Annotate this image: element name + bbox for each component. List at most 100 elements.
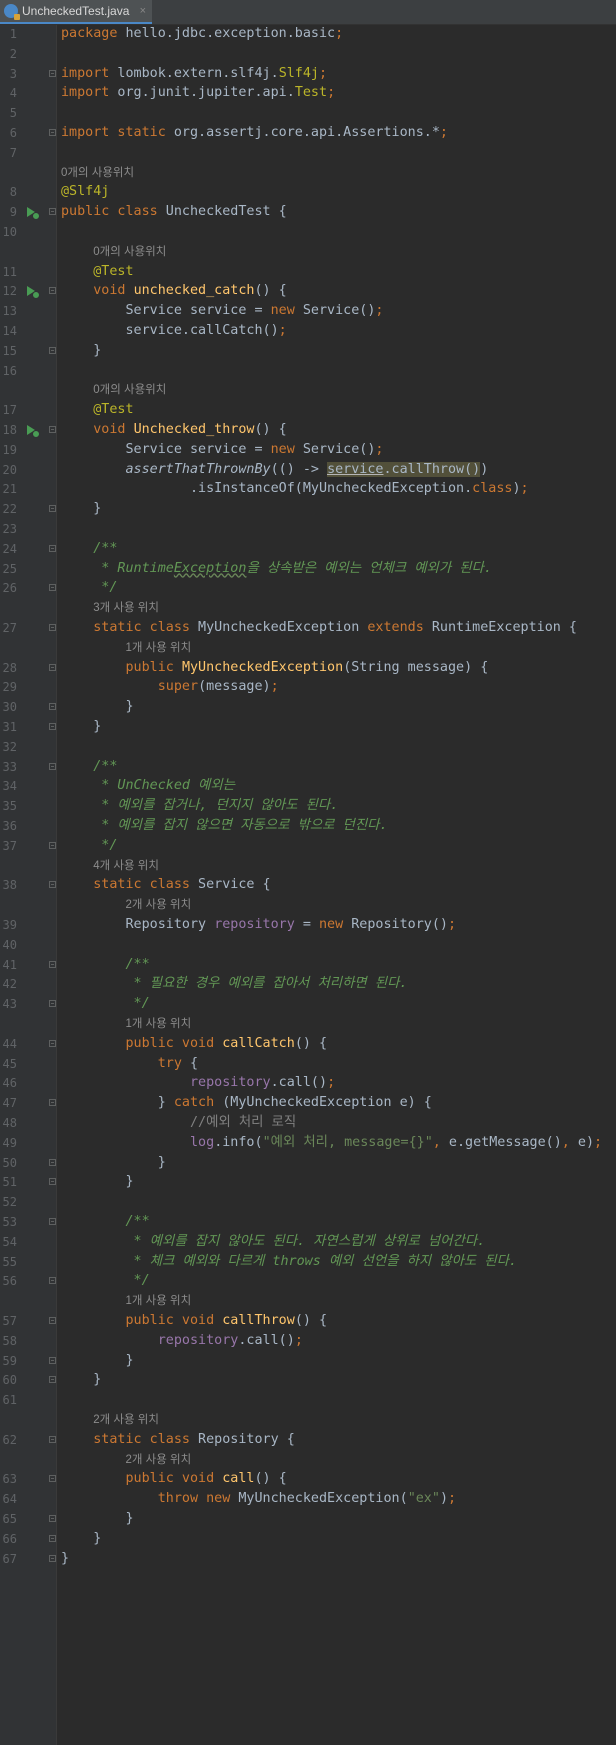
fold-marker-icon[interactable] [49,208,56,216]
fold-marker-icon[interactable] [49,287,56,295]
code-token: ; [448,917,457,932]
fold-marker-icon[interactable] [49,1000,56,1008]
usage-hint-text[interactable]: 0개의 사용위치 [61,162,134,184]
usage-hint-text[interactable]: 4개 사용 위치 [93,855,159,877]
fold-marker-icon[interactable] [49,1534,56,1542]
line-number: 66 [2,1531,17,1546]
line-number: 28 [2,660,17,675]
code-token: Repository() [343,917,448,932]
code-token: } [61,719,102,734]
code-line: 35 * 예외를 잡거나, 던지지 않아도 된다. [0,795,616,817]
code-token: "예외 처리, message={}" [262,1134,433,1150]
fold-marker-icon[interactable] [49,69,56,77]
code-line: 56 */ [0,1270,616,1292]
code-token: static class [93,620,190,635]
fold-marker-icon[interactable] [49,1099,56,1107]
fold-marker-icon[interactable] [49,1317,56,1324]
fold-marker-icon[interactable] [49,426,56,433]
fold-marker-icon[interactable] [49,505,56,513]
tab-unchecked-test[interactable]: UncheckedTest.java × [0,0,152,24]
code-line: 11 @Test [0,261,616,283]
fold-marker-icon[interactable] [49,1218,56,1225]
fold-marker-icon[interactable] [49,1356,56,1364]
usage-hint-text[interactable]: 2개 사용 위치 [125,894,191,916]
usage-hint-text[interactable]: 1개 사용 위치 [125,637,191,659]
fold-marker-icon[interactable] [49,624,56,631]
code-text: * 예외를 잡거나, 던지지 않아도 된다. [61,795,338,817]
code-token: public void [125,1313,215,1328]
line-number: 58 [2,1333,17,1348]
fold-marker-icon[interactable] [49,129,56,136]
run-test-icon[interactable] [24,284,40,300]
code-line: 37 */ [0,835,616,857]
code-text: throw new MyUncheckedException("ex"); [61,1488,456,1510]
usage-hint-text[interactable]: 1개 사용 위치 [125,1290,191,1312]
code-token: unchecked_catch [133,283,255,299]
line-number: 61 [2,1393,17,1408]
code-line: 17 @Test [0,399,616,421]
fold-marker-icon[interactable] [49,841,56,849]
fold-marker-icon[interactable] [49,1039,56,1047]
fold-marker-icon[interactable] [49,1475,56,1483]
usage-hint-text[interactable]: 2개 사용 위치 [125,1449,191,1471]
fold-marker-icon[interactable] [49,1158,56,1166]
code-token: ; [319,65,328,81]
usage-hint-text[interactable]: 3개 사용 위치 [93,597,159,619]
code-token: Service service = [61,303,271,319]
code-line: 8 @Slf4j [0,181,616,203]
code-text: */ [61,993,150,1015]
code-token: () { [294,1035,328,1051]
code-token: "ex" [407,1491,440,1507]
fold-marker-icon[interactable] [49,1178,56,1186]
line-number: 23 [2,522,17,536]
code-token: ; [375,441,384,457]
code-token: callCatch [222,1035,295,1051]
close-icon[interactable]: × [140,5,146,17]
fold-marker-icon[interactable] [49,703,56,711]
code-token: { [181,1055,199,1071]
code-token: /** [61,758,118,774]
fold-marker-icon[interactable] [49,960,56,968]
code-line: 14 service.callCatch(); [0,320,616,342]
code-token: extends [367,620,424,635]
usage-hint-text[interactable]: 0개의 사용위치 [93,379,166,401]
code-line: 66 } [0,1528,616,1550]
fold-marker-icon[interactable] [49,1277,56,1285]
code-text: * 필요한 경우 예외를 잡아서 처리하면 된다. [61,973,408,995]
fold-marker-icon[interactable] [49,584,56,592]
code-token: class [472,481,513,497]
code-token: hello.jdbc.exception.basic [117,26,336,41]
fold-marker-icon[interactable] [49,663,56,671]
code-token: } [61,1530,102,1546]
code-editor[interactable]: 1 package hello.jdbc.exception.basic; 2 3 im… [0,25,616,1745]
code-line: 50 } [0,1152,616,1174]
run-test-icon[interactable] [24,423,40,438]
usage-hint-text[interactable]: 0개의 사용위치 [93,241,166,263]
fold-marker-icon[interactable] [49,881,56,889]
fold-marker-icon[interactable] [49,1554,56,1562]
run-test-icon[interactable] [24,205,40,221]
code-line: 51 } [0,1171,616,1193]
usage-hint-text[interactable]: 1개 사용 위치 [125,1013,191,1035]
code-text: } [61,498,101,520]
fold-marker-icon[interactable] [49,1435,56,1443]
code-token: * 예외를 잡지 않으면 자동으로 밖으로 던진다. [61,818,388,833]
code-line: 5 [0,102,616,124]
code-line: 19 Service service = new Service(); [0,439,616,461]
fold-marker-icon[interactable] [49,544,56,552]
usage-hint-text[interactable]: 2개 사용 위치 [93,1409,159,1431]
fold-marker-icon[interactable] [49,723,56,730]
code-token: @Test [93,263,134,279]
line-number: 37 [2,838,17,853]
fold-marker-icon[interactable] [49,1376,56,1384]
code-token: } [61,1095,174,1111]
fold-marker-icon[interactable] [49,346,56,354]
code-token: /** [61,540,118,556]
fold-marker-icon[interactable] [49,1515,56,1522]
fold-marker-icon[interactable] [49,762,56,770]
